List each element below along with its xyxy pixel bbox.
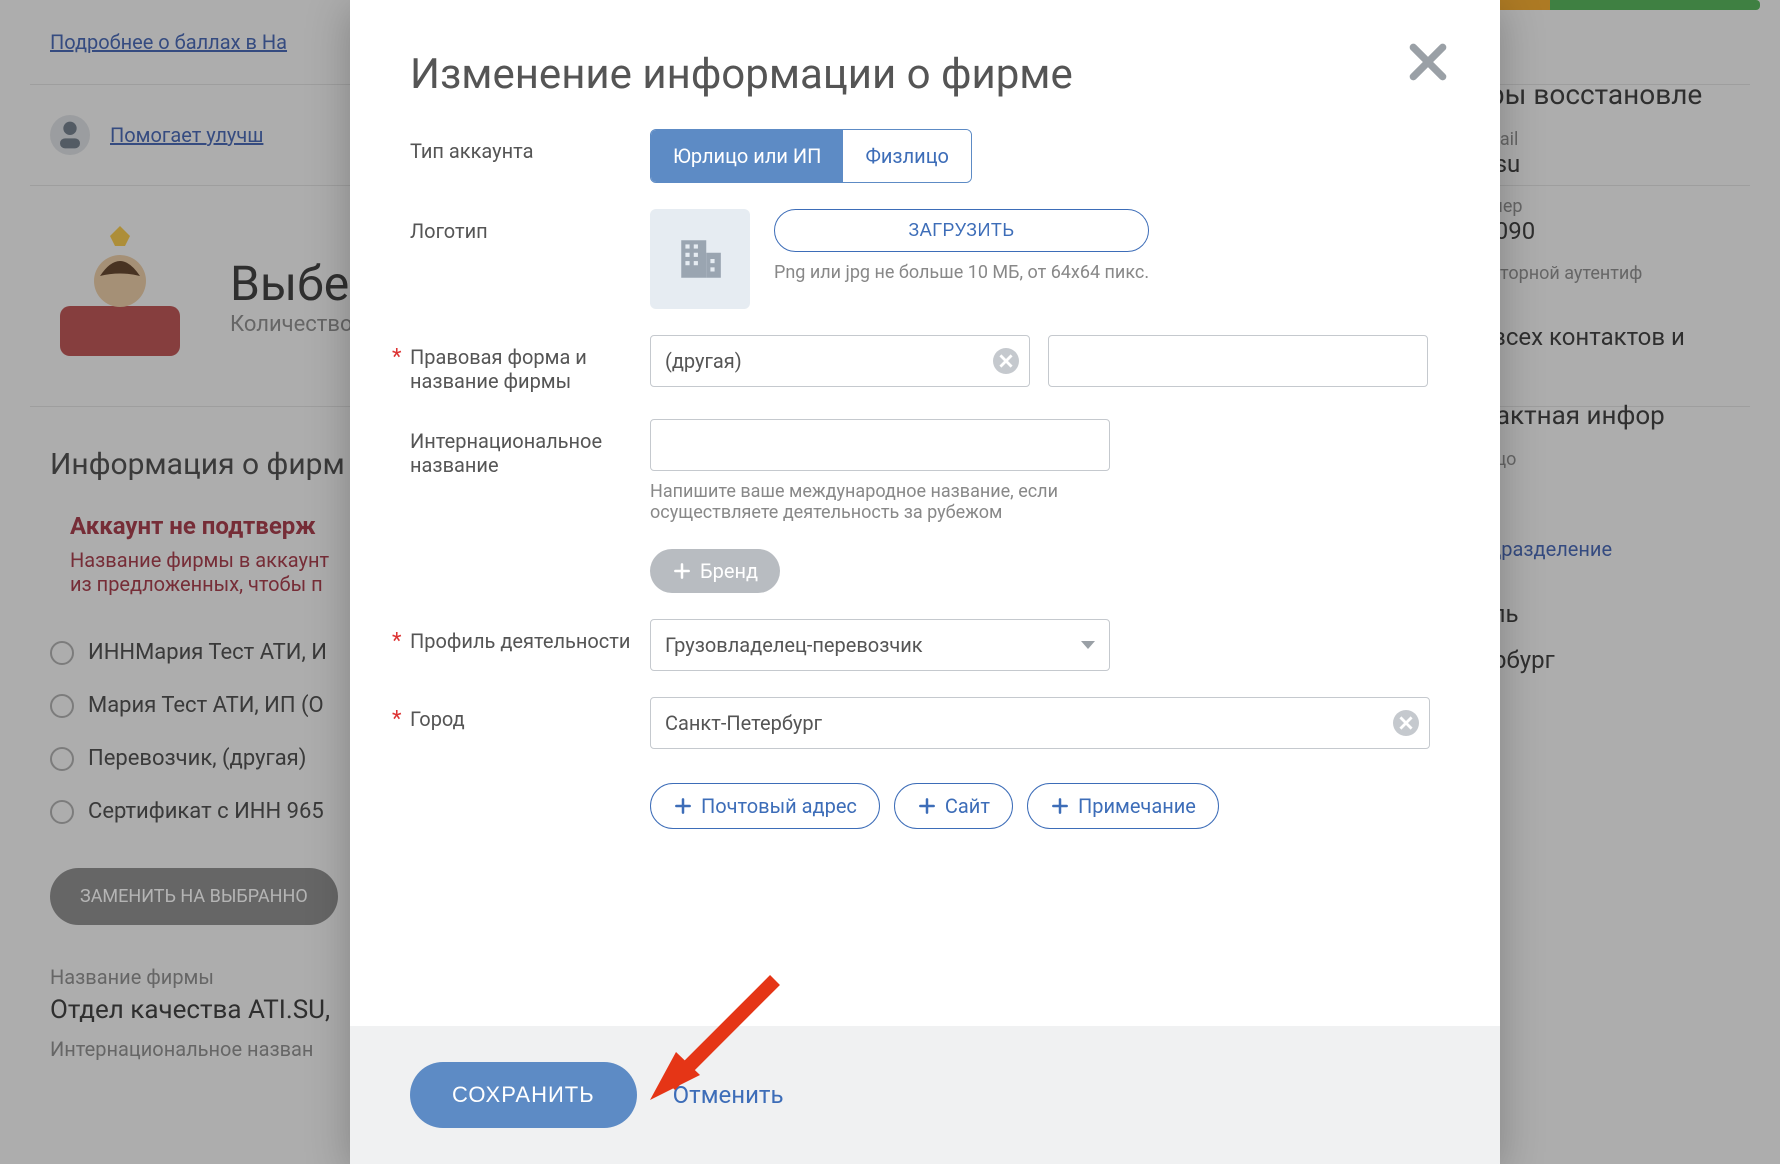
label-logo: Логотип [410, 209, 650, 243]
building-icon [675, 234, 725, 284]
legal-form-input[interactable]: (другая) [650, 335, 1030, 387]
modal-title: Изменение информации о фирме [410, 50, 1440, 99]
intl-name-hint: Напишите ваше международное название, ес… [650, 481, 1110, 523]
activity-profile-select[interactable]: Грузовладелец-перевозчик [650, 619, 1110, 671]
cancel-button[interactable]: Отменить [673, 1081, 784, 1109]
account-type-individual[interactable]: Физлицо [843, 130, 971, 182]
clear-city-button[interactable] [1393, 710, 1419, 736]
label-activity-profile: Профиль деятельности [410, 619, 650, 653]
clear-icon [999, 354, 1013, 368]
clear-legal-form-button[interactable] [993, 348, 1019, 374]
city-input[interactable]: Санкт-Петербург [650, 697, 1430, 749]
plus-icon [1050, 796, 1070, 816]
label-legal-form: Правовая форма и название фирмы [410, 335, 650, 393]
plus-icon [673, 796, 693, 816]
upload-hint: Png или jpg не больше 10 МБ, от 64х64 пи… [774, 262, 1149, 283]
account-type-legal[interactable]: Юрлицо или ИП [651, 130, 843, 182]
legal-form-value: (другая) [665, 349, 742, 373]
add-note-button[interactable]: Примечание [1027, 783, 1219, 829]
plus-icon [672, 561, 692, 581]
upload-logo-button[interactable]: ЗАГРУЗИТЬ [774, 209, 1149, 252]
logo-placeholder[interactable] [650, 209, 750, 309]
plus-icon [917, 796, 937, 816]
label-city: Город [410, 697, 650, 731]
add-brand-button[interactable]: Бренд [650, 549, 780, 593]
save-button[interactable]: СОХРАНИТЬ [410, 1062, 637, 1128]
close-icon [1406, 40, 1450, 84]
account-type-toggle: Юрлицо или ИП Физлицо [650, 129, 972, 183]
close-button[interactable] [1406, 40, 1450, 88]
add-postal-address-button[interactable]: Почтовый адрес [650, 783, 880, 829]
add-website-button[interactable]: Сайт [894, 783, 1013, 829]
label-intl-name: Интернациональное название [410, 419, 650, 477]
edit-firm-modal: Изменение информации о фирме Тип аккаунт… [350, 0, 1500, 1164]
intl-name-input[interactable] [650, 419, 1110, 471]
clear-icon [1399, 716, 1413, 730]
company-name-input[interactable] [1048, 335, 1428, 387]
activity-profile-value: Грузовладелец-перевозчик [665, 633, 923, 657]
city-value: Санкт-Петербург [665, 711, 822, 735]
label-account-type: Тип аккаунта [410, 129, 650, 163]
chevron-down-icon [1081, 641, 1095, 649]
